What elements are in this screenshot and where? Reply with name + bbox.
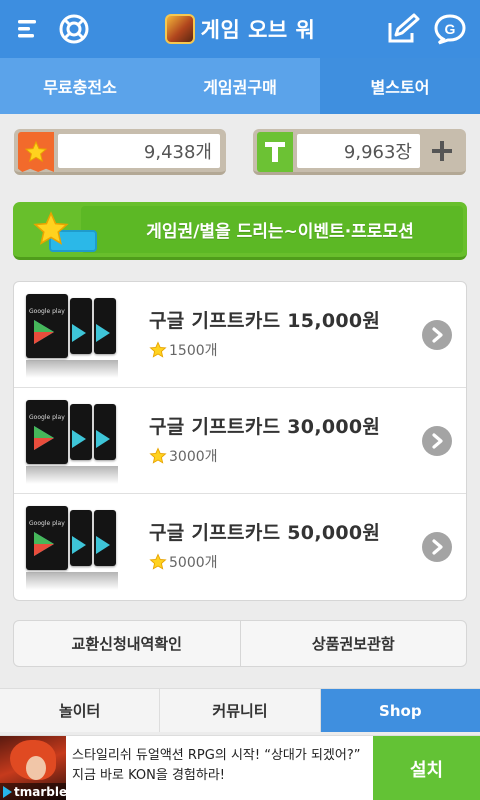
- product-price: 3000개: [149, 446, 218, 466]
- voucher-vault-button[interactable]: 상품권보관함: [239, 621, 467, 666]
- tmarble-logo: tmarble: [0, 783, 66, 800]
- google-play-card-image: Google play: [24, 400, 120, 486]
- tab-star-store[interactable]: 별스토어: [320, 58, 480, 114]
- product-price: 5000개: [149, 552, 218, 572]
- exchange-history-button[interactable]: 교환신청내역확인: [14, 621, 240, 666]
- svg-text:G: G: [445, 21, 456, 37]
- menu-icon[interactable]: [8, 9, 48, 49]
- star-icon: [31, 210, 71, 252]
- star-balance: 9,438개: [14, 129, 226, 175]
- star-balance-value: 9,438개: [58, 134, 220, 168]
- plus-icon[interactable]: [426, 135, 458, 167]
- star-icon: [149, 341, 167, 358]
- install-button[interactable]: 설치: [373, 736, 480, 800]
- lifebuoy-icon[interactable]: [54, 9, 94, 49]
- product-list: Google play 구글 기프트카드 15,000원 1500개 Googl…: [13, 281, 467, 601]
- chevron-right-icon[interactable]: [422, 320, 452, 350]
- ticket-balance: 9,963장: [253, 129, 466, 175]
- play-icon: [3, 786, 12, 798]
- top-tabs: 무료충전소 게임권구매 별스토어: [0, 58, 480, 114]
- star-icon: [149, 447, 167, 464]
- game-logo-icon: [164, 14, 195, 44]
- action-buttons: 교환신청내역확인 상품권보관함: [13, 620, 467, 667]
- edit-icon[interactable]: [383, 9, 423, 49]
- app-header: 게임 오브 워 G: [0, 0, 480, 58]
- bottom-nav: 놀이터 커뮤니티 Shop: [0, 688, 480, 732]
- promo-label: 게임권/별을 드리는~이벤트·프로모션: [146, 222, 414, 242]
- g-chat-icon[interactable]: G: [430, 9, 470, 49]
- star-icon: [149, 553, 167, 570]
- list-item[interactable]: Google play 구글 기프트카드 30,000원 3000개: [14, 388, 466, 494]
- product-name: 구글 기프트카드 15,000원: [149, 310, 381, 332]
- chevron-right-icon[interactable]: [422, 426, 452, 456]
- page-title: 게임 오브 워: [200, 18, 316, 42]
- product-name: 구글 기프트카드 50,000원: [149, 522, 381, 544]
- google-play-card-image: Google play: [24, 506, 120, 592]
- ad-text: 스타일리쉬 듀얼액션 RPG의 시작! “상대가 되겠어?” 지금 바로 KON…: [72, 748, 361, 783]
- product-name: 구글 기프트카드 30,000원: [149, 416, 381, 438]
- ad-image: tmarble: [0, 736, 66, 800]
- product-price-value: 3000개: [169, 449, 218, 465]
- ticket-balance-value: 9,963장: [297, 134, 420, 168]
- list-item[interactable]: Google play 구글 기프트카드 15,000원 1500개: [14, 282, 466, 388]
- google-play-card-image: Google play: [24, 294, 120, 380]
- tab-free-charge[interactable]: 무료충전소: [0, 58, 160, 114]
- tab-buy-game-ticket[interactable]: 게임권구매: [160, 58, 320, 114]
- t-ticket-icon: [257, 132, 293, 172]
- list-item[interactable]: Google play 구글 기프트카드 50,000원 5000개: [14, 494, 466, 600]
- promo-banner[interactable]: 게임권/별을 드리는~이벤트·프로모션: [13, 202, 467, 260]
- product-price-value: 1500개: [169, 343, 218, 359]
- ad-banner[interactable]: tmarble 스타일리쉬 듀얼액션 RPG의 시작! “상대가 되겠어?” 지…: [0, 735, 480, 800]
- nav-shop[interactable]: Shop: [319, 689, 480, 732]
- product-price-value: 5000개: [169, 555, 218, 571]
- nav-community[interactable]: 커뮤니티: [159, 689, 319, 732]
- product-price: 1500개: [149, 340, 218, 360]
- star-icon: [18, 132, 54, 172]
- nav-playground[interactable]: 놀이터: [0, 689, 159, 732]
- chevron-right-icon[interactable]: [422, 532, 452, 562]
